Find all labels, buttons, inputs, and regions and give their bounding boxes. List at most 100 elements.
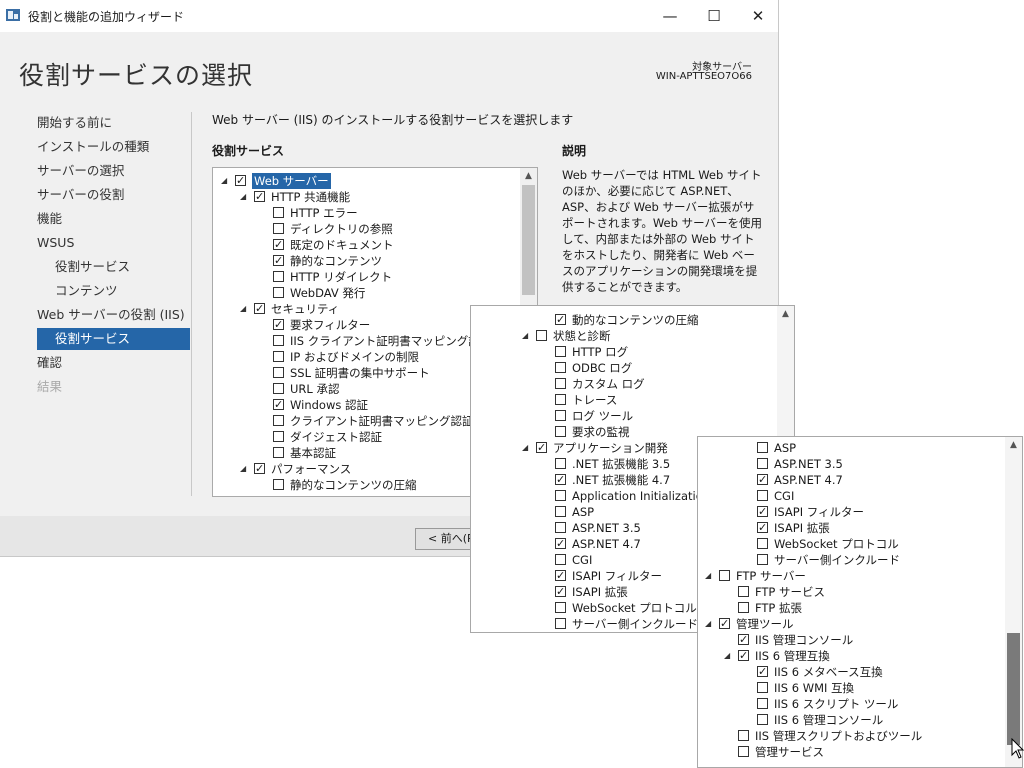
tree-item-label[interactable]: 既定のドキュメント	[290, 237, 394, 253]
tree-item-label[interactable]: パフォーマンス	[271, 461, 351, 477]
checkbox[interactable]: ✓	[757, 474, 768, 485]
tree-row[interactable]: WebDAV 発行	[213, 285, 513, 301]
tree-row[interactable]: ◢ ✓ IIS 6 管理互換	[698, 648, 998, 664]
tree-item-label[interactable]: 要求の監視	[572, 424, 630, 440]
expand-collapse-icon[interactable]: ◢	[240, 301, 250, 317]
checkbox[interactable]: ✓	[254, 191, 265, 202]
tree-row[interactable]: 基本認証	[213, 445, 513, 461]
tree-row[interactable]: ✓ ASP.NET 4.7	[698, 472, 998, 488]
tree-item-label[interactable]: ディレクトリの参照	[290, 221, 393, 237]
checkbox[interactable]	[719, 570, 730, 581]
tree-row[interactable]: ASP	[698, 440, 998, 456]
tree-row[interactable]: ✓ 既定のドキュメント	[213, 237, 513, 253]
tree-item-label[interactable]: Application Initialization	[572, 488, 710, 504]
checkbox[interactable]	[555, 554, 566, 565]
tree-item-label[interactable]: ダイジェスト認証	[290, 429, 382, 445]
checkbox[interactable]: ✓	[273, 319, 284, 330]
minimize-button[interactable]: —	[648, 4, 692, 28]
checkbox[interactable]: ✓	[254, 463, 265, 474]
checkbox[interactable]	[757, 490, 768, 501]
tree-row[interactable]: 管理サービス	[698, 744, 998, 760]
tree-row[interactable]: HTTP ログ	[471, 344, 771, 360]
tree-item-label[interactable]: ISAPI フィルター	[572, 568, 662, 584]
checkbox[interactable]	[273, 223, 284, 234]
tree-item-label[interactable]: 管理サービス	[755, 744, 824, 760]
expand-collapse-icon[interactable]: ◢	[240, 189, 250, 205]
tree-item-label[interactable]: ISAPI フィルター	[774, 504, 864, 520]
tree-item-label[interactable]: IIS 6 WMI 互換	[774, 680, 854, 696]
checkbox[interactable]: ✓	[555, 474, 566, 485]
checkbox[interactable]	[555, 490, 566, 501]
nav-item[interactable]: 開始する前に	[37, 112, 112, 134]
checkbox[interactable]	[273, 431, 284, 442]
previous-button[interactable]: < 前へ(P)	[415, 528, 475, 550]
nav-item[interactable]: インストールの種類	[37, 136, 149, 158]
expand-collapse-icon[interactable]: ◢	[705, 616, 715, 632]
tree-row[interactable]: ◢ ✓ 管理ツール	[698, 616, 998, 632]
tree-scrollbar-3[interactable]: ▲	[1005, 437, 1022, 767]
tree-row[interactable]: ✓ ISAPI 拡張	[698, 520, 998, 536]
checkbox[interactable]: ✓	[273, 399, 284, 410]
checkbox[interactable]	[555, 346, 566, 357]
tree-item-label[interactable]: HTTP エラー	[290, 205, 358, 221]
tree-item-label[interactable]: 状態と診断	[553, 328, 611, 344]
tree-item-label[interactable]: FTP サービス	[755, 584, 825, 600]
tree-row[interactable]: ✓ 要求フィルター	[213, 317, 513, 333]
tree-row[interactable]: CGI	[698, 488, 998, 504]
checkbox[interactable]: ✓	[738, 650, 749, 661]
tree-item-label[interactable]: 管理ツール	[736, 616, 794, 632]
nav-item[interactable]: 役割サービス	[37, 328, 190, 350]
tree-row[interactable]: SSL 証明書の集中サポート	[213, 365, 513, 381]
expand-collapse-icon[interactable]: ◢	[522, 328, 532, 344]
tree-item-label[interactable]: ASP	[572, 504, 594, 520]
tree-item-label[interactable]: IIS 6 スクリプト ツール	[774, 696, 898, 712]
tree-row[interactable]: サーバー側インクルード	[698, 552, 998, 568]
scroll-up-icon[interactable]: ▲	[520, 168, 537, 184]
tree-row[interactable]: FTP 拡張	[698, 600, 998, 616]
tree-item-label[interactable]: ASP.NET 3.5	[572, 520, 641, 536]
tree-row[interactable]: IIS 管理スクリプトおよびツール	[698, 728, 998, 744]
nav-item[interactable]: Web サーバーの役割 (IIS)	[37, 304, 185, 326]
checkbox[interactable]: ✓	[273, 255, 284, 266]
checkbox[interactable]	[555, 362, 566, 373]
nav-item[interactable]: サーバーの選択	[37, 160, 124, 182]
tree-item-label[interactable]: IIS 6 管理互換	[755, 648, 830, 664]
checkbox[interactable]: ✓	[536, 442, 547, 453]
tree-row[interactable]: ✓ 静的なコンテンツ	[213, 253, 513, 269]
checkbox[interactable]	[555, 458, 566, 469]
checkbox[interactable]	[273, 271, 284, 282]
checkbox[interactable]: ✓	[235, 175, 246, 186]
nav-item[interactable]: WSUS	[37, 232, 74, 254]
tree-item-label[interactable]: サーバー側インクルード	[774, 552, 900, 568]
tree-item-label[interactable]: CGI	[572, 552, 592, 568]
tree-row[interactable]: ◢ ✓ パフォーマンス	[213, 461, 513, 477]
tree-row[interactable]: クライアント証明書マッピング認証	[213, 413, 513, 429]
tree-row[interactable]: カスタム ログ	[471, 376, 771, 392]
expand-collapse-icon[interactable]: ◢	[705, 568, 715, 584]
checkbox[interactable]	[273, 335, 284, 346]
tree-item-label[interactable]: .NET 拡張機能 3.5	[572, 456, 670, 472]
tree-item-label[interactable]: WebDAV 発行	[290, 285, 365, 301]
checkbox[interactable]	[273, 287, 284, 298]
tree-row[interactable]: ODBC ログ	[471, 360, 771, 376]
checkbox[interactable]	[555, 394, 566, 405]
tree-row[interactable]: ✓ IIS 管理コンソール	[698, 632, 998, 648]
tree-item-label[interactable]: IIS 管理コンソール	[755, 632, 853, 648]
checkbox[interactable]	[536, 330, 547, 341]
scroll-thumb[interactable]	[1007, 633, 1020, 745]
tree-item-label[interactable]: Web サーバー	[252, 173, 331, 189]
checkbox[interactable]	[738, 602, 749, 613]
nav-item[interactable]: コンテンツ	[55, 280, 118, 302]
tree-item-label[interactable]: カスタム ログ	[572, 376, 645, 392]
tree-item-label[interactable]: HTTP 共通機能	[271, 189, 350, 205]
checkbox[interactable]	[738, 746, 749, 757]
tree-item-label[interactable]: IIS 管理スクリプトおよびツール	[755, 728, 922, 744]
expand-collapse-icon[interactable]: ◢	[522, 440, 532, 456]
checkbox[interactable]	[273, 367, 284, 378]
tree-item-label[interactable]: FTP サーバー	[736, 568, 806, 584]
nav-item[interactable]: サーバーの役割	[37, 184, 124, 206]
tree-item-label[interactable]: CGI	[774, 488, 794, 504]
tree-row[interactable]: FTP サービス	[698, 584, 998, 600]
tree-row[interactable]: ASP.NET 3.5	[698, 456, 998, 472]
checkbox[interactable]	[555, 602, 566, 613]
